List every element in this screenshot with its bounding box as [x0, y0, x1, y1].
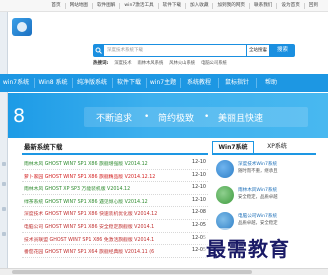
nav-item-win7-theme[interactable]: win7主题	[148, 74, 178, 92]
site-logo[interactable]	[12, 16, 40, 40]
list-item-name[interactable]: 绿茶系统 GHOST WIN7 SP1 X86 遇见倾心版 V2014.12	[24, 198, 148, 205]
list-item-desc: 随时而不重，继承且	[238, 169, 278, 174]
top-link-software-guide[interactable]: 软件图解	[93, 3, 121, 9]
nav-item-software[interactable]: 软件下载	[114, 74, 144, 92]
nav-item-win8[interactable]: Win8 系统	[36, 74, 70, 92]
list-item-title[interactable]: 深度技术Win7系统	[238, 161, 277, 167]
nav-divider	[256, 78, 257, 88]
list-item-date: 12-10	[192, 160, 206, 165]
list-item[interactable]: 萝卜家园 GHOST WIN7 SP1 X86 旗舰精品版 V2014.12.1…	[22, 170, 208, 183]
search-input[interactable]: 深度技术系统下载	[104, 44, 247, 57]
list-item[interactable]: 雨林木风 GHOST WIN7 SP1 X86 旗舰增强版 V2014.12 1…	[22, 157, 208, 170]
list-item[interactable]: 雨林木风 GHOST XP SP3 万能装机版 V2014.12 12-10	[22, 182, 208, 195]
watermark-text: 最需教育	[206, 237, 290, 261]
list-item-name[interactable]: 雨林木风 GHOST WIN7 SP1 X86 旗舰增强版 V2014.12	[24, 160, 148, 167]
list-item[interactable]: 深度技术Win7系统 随时而不重，继承且	[212, 158, 316, 184]
nav-item-pure[interactable]: 纯净版系统	[74, 74, 110, 92]
left-frame-strip	[0, 12, 8, 272]
nav-divider	[72, 78, 73, 88]
logo-mark-icon	[12, 18, 32, 36]
list-item-name[interactable]: 技术员联盟 GHOST WIN7 SP1 X86 免激活旗舰版 V2014.1	[24, 236, 154, 243]
top-link-sitemap[interactable]: 网站地图	[66, 3, 94, 9]
search-scope-select[interactable]: 全站搜索	[247, 44, 270, 57]
list-item-desc: 安全稳定，品质卓越	[238, 195, 278, 200]
hot-term[interactable]: 雨林木风系统	[138, 60, 164, 66]
list-item-name[interactable]: 番茄花园 GHOST WIN7 SP1 X64 旗舰经典版 V2014.11 (…	[24, 248, 154, 255]
nav-item-win7[interactable]: win7系统	[0, 74, 32, 92]
list-item-title[interactable]: 雨林木风Win7系统	[238, 187, 277, 193]
list-item[interactable]: 番茄花园 GHOST WIN7 SP1 X64 旗舰经典版 V2014.11 (…	[22, 245, 208, 258]
list-item-name[interactable]: 深度技术 GHOST WIN7 SP1 X86 快速装机优化版 V2014.12	[24, 210, 157, 217]
banner-slogan: 不断追求	[96, 114, 133, 124]
top-link-home[interactable]: 首页	[47, 3, 66, 9]
list-item[interactable]: 绿茶系统 GHOST WIN7 SP1 X86 遇见倾心版 V2014.12 1…	[22, 195, 208, 208]
list-item-name[interactable]: 电脑公司 GHOST WIN7 SP1 X86 安全稳定旗舰版 V2014.1	[24, 223, 154, 230]
hot-term[interactable]: 电脑公司系统	[201, 60, 227, 66]
main-nav: win7系统 Win8 系统 纯净版系统 软件下载 win7主题 系统教程 鼠标…	[0, 74, 328, 92]
list-item-date: 12-10	[192, 185, 206, 191]
banner-slogan: 美丽且快速	[218, 114, 264, 124]
hot-search-terms: 热搜词: 深度技术 雨林木风系统 风林火山系统 电脑公司系统	[93, 60, 227, 66]
nav-divider	[112, 78, 113, 88]
promo-banner[interactable]: 8 不断追求 • 简约极致 • 美丽且快速	[8, 93, 328, 138]
hot-label: 热搜词:	[93, 61, 109, 66]
tab-win7[interactable]: Win7系统	[212, 141, 254, 153]
latest-section-title: 最新系统下载	[24, 143, 63, 151]
nav-divider	[180, 78, 181, 88]
horizontal-scrollbar[interactable]	[0, 268, 328, 275]
top-link-set-home[interactable]: 设为首页	[277, 3, 305, 9]
strip-marker	[2, 162, 6, 166]
top-links: 首页 网站地图 软件图解 win7激活工具 软件下载 加入收藏 加到我的网页 联…	[47, 3, 322, 9]
search-bar: 深度技术系统下载 全站搜索 搜索	[93, 44, 295, 57]
banner-bullet: •	[204, 112, 210, 122]
ylmf-logo-icon	[216, 186, 234, 204]
list-item-title[interactable]: 电脑公司Win7系统	[238, 213, 277, 219]
chevron-down-icon	[263, 50, 267, 52]
top-bar: 首页 网站地图 软件图解 win7激活工具 软件下载 加入收藏 加到我的网页 联…	[0, 0, 328, 12]
list-item-name[interactable]: 萝卜家园 GHOST WIN7 SP1 X86 旗舰精品版 V2014.12.1…	[24, 173, 155, 180]
nav-item-cursor[interactable]: 鼠标指针	[220, 74, 254, 92]
deepin-logo-icon	[216, 160, 234, 178]
list-item-date: 12-10	[192, 172, 206, 178]
scrollbar-thumb[interactable]	[12, 270, 252, 274]
list-item-name[interactable]: 雨林木风 GHOST XP SP3 万能装机版 V2014.12	[24, 185, 130, 192]
top-link-software-download[interactable]: 软件下载	[159, 3, 187, 9]
latest-download-list: 雨林木风 GHOST WIN7 SP1 X86 旗舰增强版 V2014.12 1…	[22, 157, 208, 258]
top-link-contact[interactable]: 联系我们	[250, 3, 278, 9]
banner-big-number: 8	[13, 105, 26, 127]
search-button[interactable]: 搜索	[270, 44, 295, 57]
search-icon[interactable]	[93, 44, 104, 57]
hot-term[interactable]: 风林火山系统	[169, 60, 195, 66]
list-item[interactable]: 深度技术 GHOST WIN7 SP1 X86 快速装机优化版 V2014.12…	[22, 207, 208, 220]
list-item-date: 12-10	[192, 197, 206, 203]
banner-slogan: 简约极致	[158, 114, 195, 124]
strip-marker	[2, 232, 6, 236]
list-item-date: 12-08	[192, 210, 206, 216]
list-item[interactable]: 电脑公司 GHOST WIN7 SP1 X86 安全稳定旗舰版 V2014.1 …	[22, 220, 208, 233]
nav-divider	[34, 78, 35, 88]
list-item[interactable]: 雨林木风Win7系统 安全稳定，品质卓越	[212, 184, 316, 210]
top-link-back[interactable]: 回到	[305, 3, 322, 9]
system-tabs: Win7系统 XP系统	[212, 141, 316, 155]
top-link-add-to-my-page[interactable]: 加到我的网页	[213, 3, 251, 9]
nav-divider	[146, 78, 147, 88]
banner-bullet: •	[144, 112, 150, 122]
top-link-win7-activator[interactable]: win7激活工具	[120, 3, 159, 9]
system-list: 深度技术Win7系统 随时而不重，继承且 雨林木风Win7系统 安全稳定，品质卓…	[212, 158, 316, 236]
strip-marker	[2, 207, 6, 211]
strip-marker	[2, 182, 6, 186]
tab-xp[interactable]: XP系统	[260, 141, 294, 153]
list-item-desc: 品质卓越，安全稳定	[238, 221, 278, 226]
hot-term[interactable]: 深度技术	[114, 60, 131, 66]
nav-divider	[218, 78, 219, 88]
list-item[interactable]: 技术员联盟 GHOST WIN7 SP1 X86 免激活旗舰版 V2014.1 …	[22, 233, 208, 246]
nav-item-help[interactable]: 帮助	[258, 74, 284, 92]
top-link-add-favorite[interactable]: 加入收藏	[186, 3, 214, 9]
nav-item-tutorial[interactable]: 系统教程	[182, 74, 216, 92]
latest-section-header: 最新系统下载	[22, 142, 208, 155]
